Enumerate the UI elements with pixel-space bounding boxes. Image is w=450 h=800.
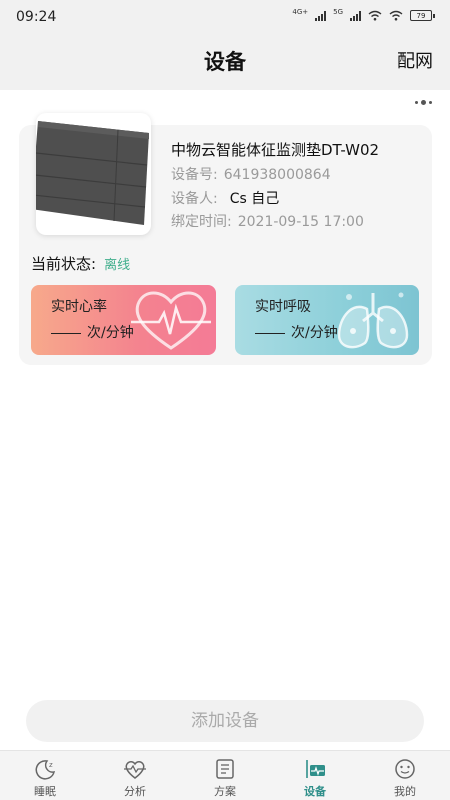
signal-icon (315, 10, 327, 21)
bind-time: 2021-09-15 17:00 (237, 214, 364, 230)
face-icon (395, 759, 415, 779)
moon-icon: z (35, 760, 56, 780)
device-user: Cs 自己 (229, 191, 280, 207)
device-user-row: 设备人: Cs 自己 (171, 188, 279, 208)
device-icon (306, 760, 325, 778)
heartbeat-icon (124, 761, 146, 779)
battery-level: 79 (416, 11, 426, 20)
heart-rate-label: 实时心率 (51, 299, 107, 315)
tab-mine[interactable]: 我的 (360, 751, 450, 800)
header: 设备 配网 (0, 34, 450, 90)
breath-rate-value: 次/分钟 (255, 322, 338, 342)
add-device-button[interactable]: 添加设备 (26, 700, 424, 742)
breath-rate-unit: 次/分钟 (291, 325, 338, 341)
tab-plan[interactable]: 方案 (180, 751, 270, 800)
bind-time-label: 绑定时间: (171, 214, 232, 230)
tab-plan-label: 方案 (214, 785, 236, 798)
tab-device[interactable]: 设备 (270, 751, 360, 800)
device-name: 中物云智能体征监测垫DT-W02 (171, 141, 380, 159)
tab-device-label: 设备 (304, 785, 326, 798)
status-label: 当前状态: (31, 255, 97, 273)
status-bar: 09:24 4G+ 5G 79 (0, 0, 450, 34)
tab-bar: z 睡眠 分析 方案 设备 我的 (0, 750, 450, 800)
tab-sleep-label: 睡眠 (34, 785, 56, 798)
plan-icon (216, 759, 234, 779)
network-config-button[interactable]: 配网 (397, 47, 433, 73)
wifi-icon-2 (389, 10, 403, 21)
battery-icon: 79 (410, 10, 435, 21)
tab-sleep[interactable]: z 睡眠 (0, 751, 90, 800)
device-image (36, 113, 151, 235)
heart-rate-unit: 次/分钟 (87, 325, 134, 341)
heart-rate-value: 次/分钟 (51, 322, 134, 342)
device-number: 641938000864 (223, 167, 331, 183)
more-options-icon[interactable] (415, 100, 432, 105)
breath-rate-card[interactable]: 实时呼吸 次/分钟 (235, 285, 419, 355)
svg-text:z: z (49, 761, 53, 769)
tab-analysis-label: 分析 (124, 785, 146, 798)
status-time: 09:24 (16, 9, 57, 25)
page-title: 设备 (204, 50, 246, 74)
device-number-label: 设备号: (171, 167, 218, 183)
bind-time-row: 绑定时间: 2021-09-15 17:00 (171, 211, 364, 231)
heart-icon (131, 291, 211, 350)
network-label-5g: 5G (333, 8, 343, 16)
status-icons: 4G+ 5G 79 (292, 8, 435, 21)
heart-rate-card[interactable]: 实时心率 次/分钟 (31, 285, 216, 355)
device-user-label: 设备人: (171, 191, 218, 207)
status-badge: 离线 (104, 258, 131, 273)
wifi-icon-1 (368, 10, 382, 21)
device-card[interactable]: 中物云智能体征监测垫DT-W02 设备号: 641938000864 设备人: Cs… (19, 113, 432, 365)
lungs-icon (337, 292, 409, 349)
tab-analysis[interactable]: 分析 (90, 751, 180, 800)
device-number-row: 设备号: 641938000864 (171, 164, 331, 184)
network-label-4g: 4G+ (292, 8, 309, 16)
signal-icon-2 (350, 10, 361, 21)
tab-mine-label: 我的 (394, 785, 416, 798)
current-status: 当前状态: 离线 (31, 253, 130, 274)
breath-rate-label: 实时呼吸 (255, 299, 311, 315)
